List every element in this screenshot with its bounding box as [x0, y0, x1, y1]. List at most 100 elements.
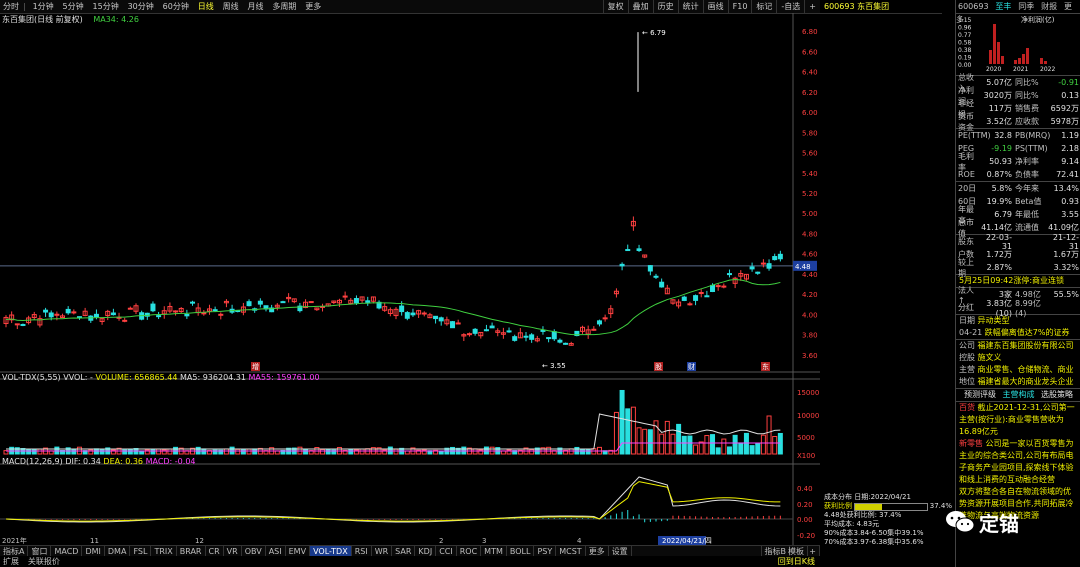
- volume-bar: [31, 448, 37, 455]
- volume-bar: [71, 448, 77, 455]
- candle-body: [489, 325, 495, 329]
- right-tab-1[interactable]: 同季: [1016, 2, 1036, 11]
- volume-bar: [320, 448, 326, 455]
- desc2-label: 新零售: [959, 439, 983, 448]
- period-30min[interactable]: 30分钟: [125, 0, 157, 13]
- event-value: 跌幅偏离值达7%的证券: [982, 328, 1070, 337]
- desc1-text: 截止2021-12-31,公司第一主营(按行业):商业零售营收为16.89亿元: [959, 403, 1075, 436]
- period-minute[interactable]: 分时: [0, 0, 22, 13]
- history-button[interactable]: 历史: [652, 0, 678, 13]
- period-5min[interactable]: 5分钟: [60, 0, 87, 13]
- company-rows: 公司 福建东百集团股份有限公司 控股 施文义 主营 商业零售、仓储物流、商业 地位 福…: [956, 340, 1080, 388]
- inst-row: 分红 3.83亿(10) 8.99亿(4): [956, 299, 1080, 318]
- date-tick: 3: [482, 537, 486, 545]
- mini-profit-bar: [1040, 58, 1043, 64]
- restore-button[interactable]: 复权: [602, 0, 628, 13]
- back-to-daily-button[interactable]: 回到日K线: [775, 556, 818, 567]
- volume-bar: [732, 434, 738, 455]
- f10-button[interactable]: F10: [727, 0, 752, 13]
- price-tick: 5.20: [802, 190, 818, 198]
- stats-button[interactable]: 统计: [677, 0, 703, 13]
- candle-body: [546, 337, 552, 340]
- fin-cell: 销售费: [1015, 104, 1039, 113]
- volume-bar: [37, 448, 43, 455]
- right-tab-0[interactable]: 至丰: [993, 2, 1013, 11]
- company-row: 地位 福建省最大的商业龙头企业: [956, 376, 1080, 388]
- ma34-line: [5, 279, 781, 336]
- period-more[interactable]: 更多: [302, 0, 324, 13]
- right-tab-2[interactable]: 财报: [1039, 2, 1059, 11]
- candle-body: [772, 256, 778, 261]
- val-cell: 1.19: [1061, 131, 1079, 140]
- price-tick: 3.60: [802, 352, 818, 360]
- company-key: 地位: [959, 377, 975, 386]
- holder-cell: 股东: [958, 237, 974, 246]
- val-cell: PE(TTM): [958, 131, 991, 140]
- macd-tick: 0.40: [797, 485, 813, 493]
- fin-cell: 同比%: [1015, 78, 1039, 87]
- mini-ytick: 0.00: [958, 62, 972, 69]
- candle-body: [647, 265, 653, 272]
- price-tick: 6.60: [802, 48, 818, 56]
- volume-bar: [704, 435, 710, 455]
- val-cell: 50.93: [989, 157, 1012, 166]
- volume-tick: 5000: [797, 434, 815, 442]
- date-tick: 2: [439, 537, 443, 545]
- forecast-rating-button[interactable]: 预测评级: [962, 389, 998, 401]
- period-60min[interactable]: 60分钟: [160, 0, 192, 13]
- add-button[interactable]: +: [804, 0, 820, 13]
- period-multi[interactable]: 多周期: [269, 0, 299, 13]
- candle-body: [14, 323, 20, 326]
- fin-cell: 0.13: [1061, 91, 1079, 100]
- date-tick: 11: [90, 537, 99, 545]
- company-value: 福建东百集团股份有限公司: [975, 341, 1074, 350]
- period-monthly[interactable]: 月线: [244, 0, 266, 13]
- perf-cell: Beta值: [1015, 197, 1042, 206]
- val-cell: PS(TTM): [1015, 144, 1048, 153]
- volume-bar: [529, 449, 535, 455]
- cost-90: 90%成本3.84-6.50集中39.1%: [824, 529, 924, 537]
- macd-value: MACD: -0.04: [145, 457, 196, 466]
- draw-button[interactable]: 画线: [702, 0, 728, 13]
- price-tick: 6.40: [802, 69, 818, 77]
- right-panel-header: 600693 至丰 同季 财报 更多: [956, 0, 1080, 24]
- price-tick: 4.80: [802, 230, 818, 238]
- business-desc-2: 新零售 公司是一家以百货零售为主业的综合类公司,公司有布局电子商务产业园项目,探…: [956, 438, 1080, 486]
- period-15min[interactable]: 15分钟: [90, 0, 122, 13]
- overlay-button[interactable]: 叠加: [627, 0, 653, 13]
- perf-cell: 13.4%: [1053, 184, 1079, 193]
- remove-watch-button[interactable]: -自选: [776, 0, 804, 13]
- expand-button[interactable]: 扩展: [0, 557, 22, 566]
- volume-bar: [642, 428, 648, 455]
- mini-profit-bar: [1044, 61, 1047, 64]
- volume-bar: [246, 448, 252, 455]
- macd-tick: -0.20: [797, 532, 815, 540]
- perf-row: 20日 5.8% 今年来 13.4%: [956, 182, 1080, 195]
- period-daily[interactable]: 日线: [195, 0, 217, 13]
- period-1min[interactable]: 1分钟: [30, 0, 57, 13]
- perf-cell: 年最低: [1015, 210, 1039, 219]
- volume-bar: [766, 415, 772, 455]
- volume-tick: 15000: [797, 389, 819, 397]
- candle-body: [342, 295, 348, 298]
- mark-button[interactable]: 标记: [751, 0, 776, 13]
- holder-rows: 股东 22-03-31 21-12-31 户数 1.72万 1.67万 较上期 2.87% 3.…: [956, 233, 1080, 278]
- mini-year: 2021: [1013, 66, 1028, 72]
- volume-bar: [303, 448, 309, 455]
- volume-bar: [760, 434, 766, 455]
- candle-body: [421, 312, 427, 315]
- volume-bar: [393, 448, 399, 455]
- stock-strategy-button[interactable]: 选股策略: [1039, 389, 1075, 401]
- period-weekly[interactable]: 周线: [220, 0, 242, 13]
- main-business-button[interactable]: 主营构成: [1001, 389, 1037, 401]
- candle-body: [71, 311, 77, 314]
- mini-chart-label: 净利润(亿): [1021, 15, 1055, 24]
- candle-body: [438, 317, 444, 322]
- mini-ytick: 0.96: [958, 25, 972, 32]
- candle-body: [653, 275, 659, 278]
- candle-body: [257, 300, 263, 305]
- mini-profit-bar: [1001, 56, 1004, 64]
- related-quotes-button[interactable]: 关联报价: [25, 557, 63, 566]
- candle-body: [201, 312, 207, 315]
- val-row: 毛利率 50.93 净利率 9.14: [956, 152, 1080, 172]
